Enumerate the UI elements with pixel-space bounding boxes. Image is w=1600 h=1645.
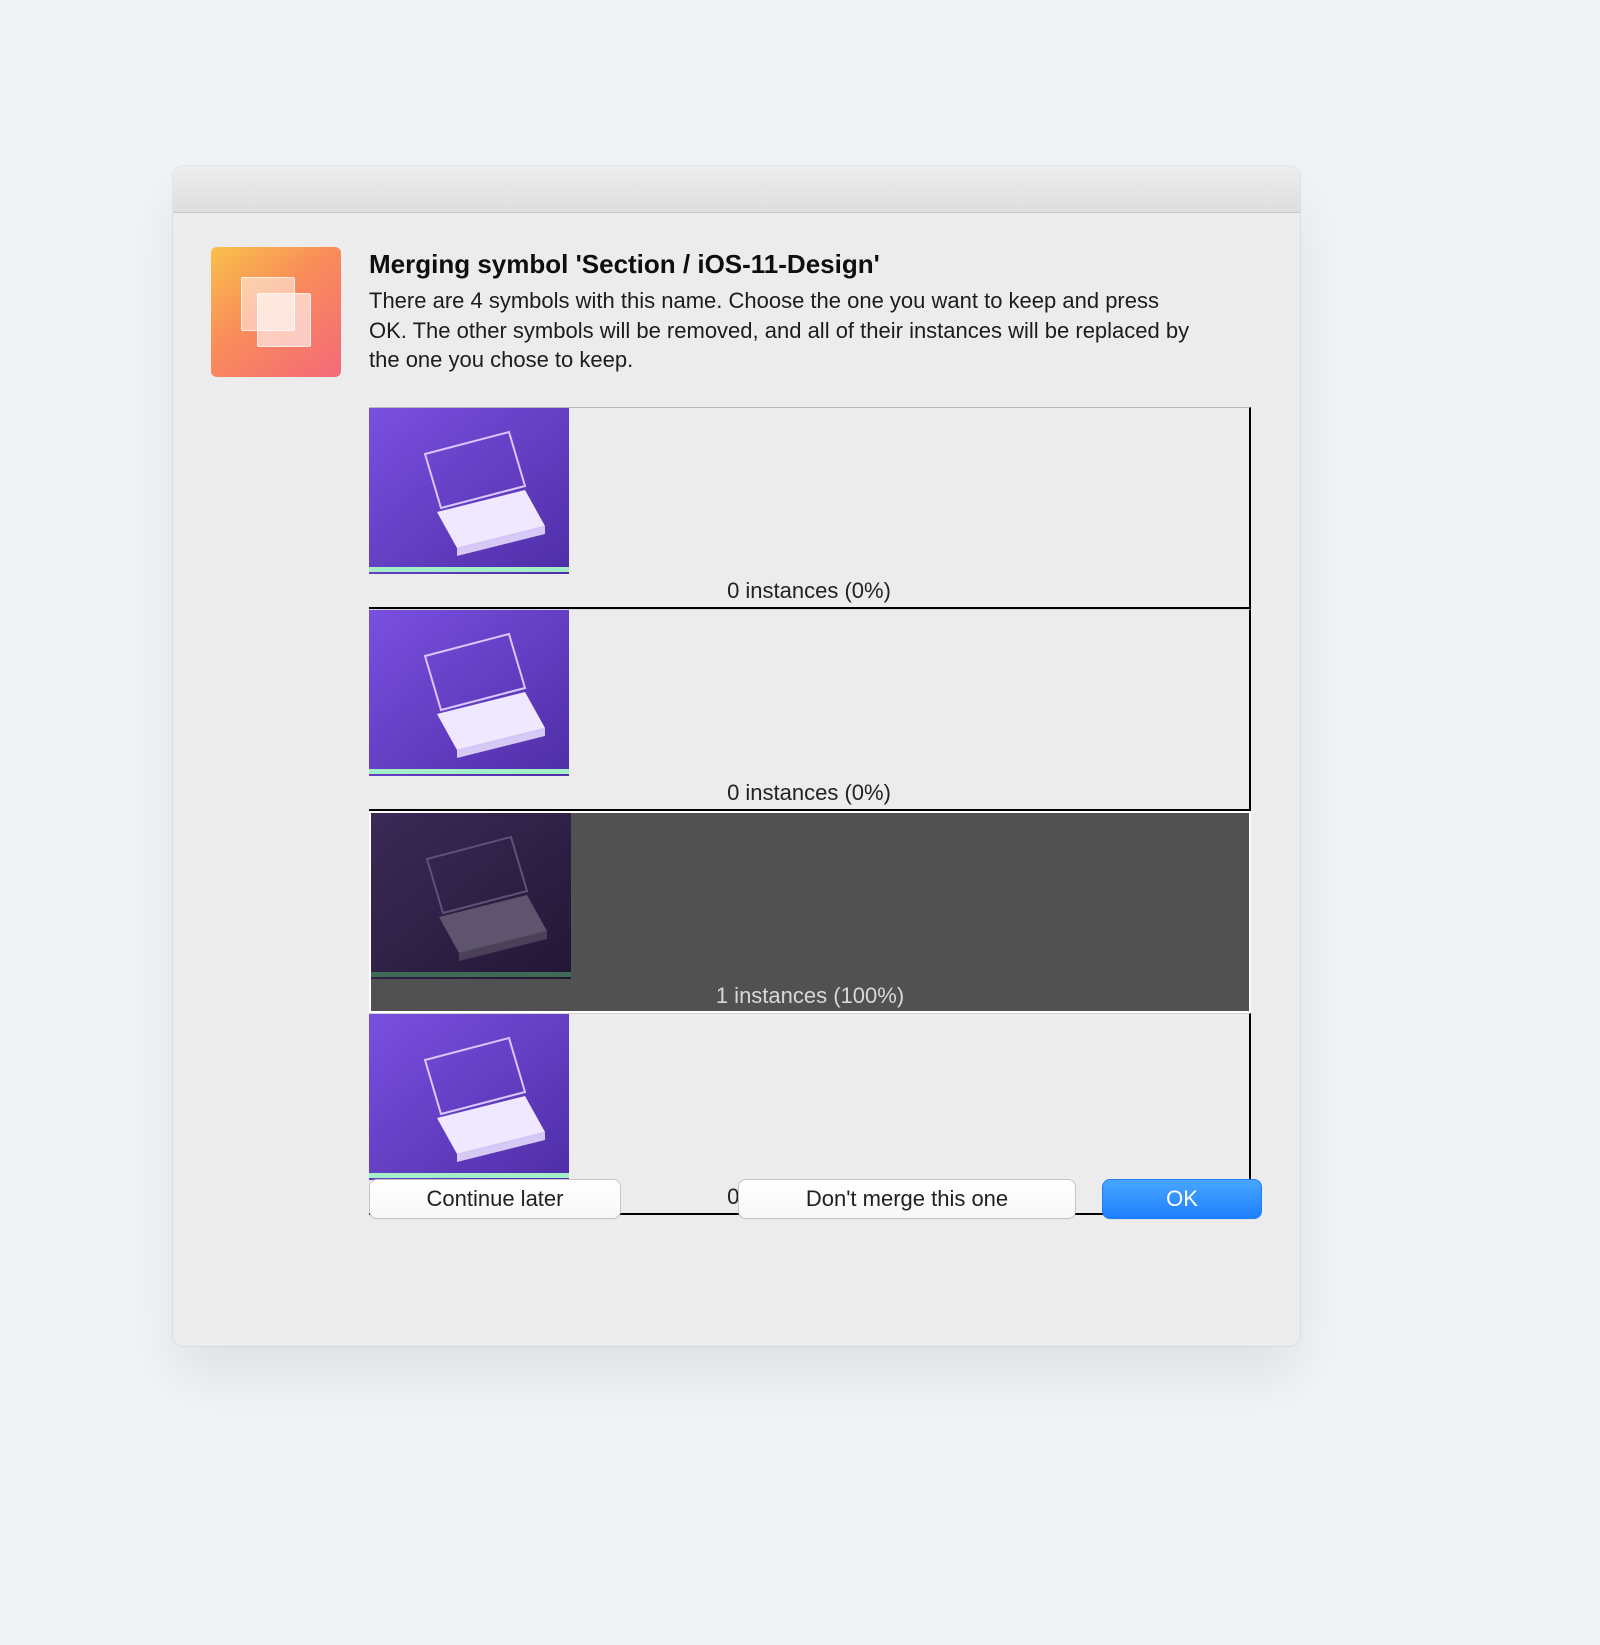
option-row[interactable]: 0 instances (0%) [369, 407, 1251, 609]
continue-later-button[interactable]: Continue later [369, 1179, 621, 1219]
option-label: 1 instances (100%) [371, 983, 1249, 1009]
dialog-buttons: Continue later Don't merge this one OK [211, 1179, 1262, 1219]
laptop-icon [371, 813, 571, 979]
option-label: 0 instances (0%) [369, 578, 1249, 604]
laptop-icon [369, 408, 569, 574]
option-row[interactable]: 1 instances (100%) [369, 811, 1251, 1013]
option-label: 0 instances (0%) [369, 780, 1249, 806]
dialog-content: Merging symbol 'Section / iOS-11-Design'… [173, 213, 1300, 1253]
option-row[interactable]: 0 instances (0%) [369, 609, 1251, 811]
app-icon [211, 247, 341, 377]
dialog-title: Merging symbol 'Section / iOS-11-Design' [369, 249, 1262, 280]
options-list: 0 instances (0%) 0 instances (0%) [369, 407, 1251, 1215]
laptop-icon [369, 1014, 569, 1180]
laptop-icon [369, 610, 569, 776]
dialog-titlebar [173, 166, 1300, 213]
dialog-header: Merging symbol 'Section / iOS-11-Design'… [211, 247, 1262, 377]
dont-merge-button[interactable]: Don't merge this one [738, 1179, 1076, 1219]
merge-icon [257, 293, 311, 347]
dialog-description: There are 4 symbols with this name. Choo… [369, 286, 1199, 375]
merge-dialog: Merging symbol 'Section / iOS-11-Design'… [173, 166, 1300, 1346]
ok-button[interactable]: OK [1102, 1179, 1262, 1219]
